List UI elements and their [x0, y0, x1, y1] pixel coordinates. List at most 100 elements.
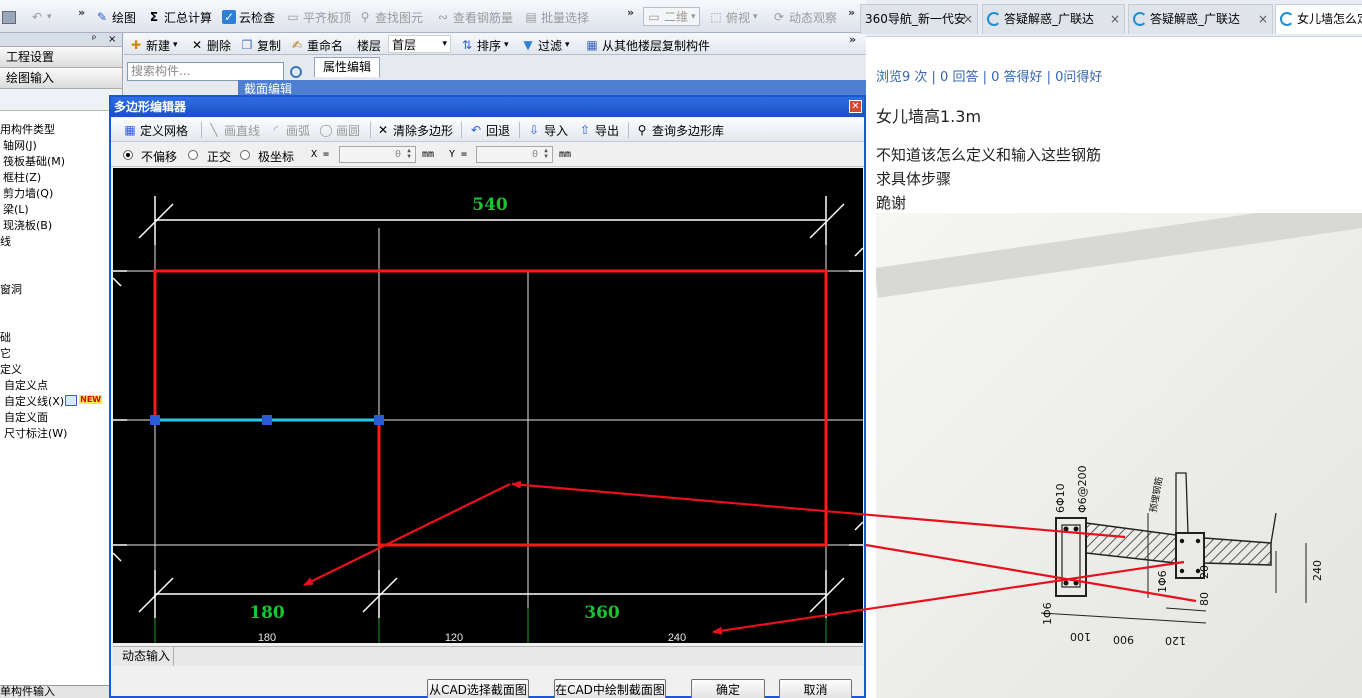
toolbar-overflow-icon-2[interactable]: » — [627, 6, 634, 19]
tree-item-cast-slab[interactable]: 现浇板(B) — [3, 219, 52, 233]
y-coordinate-input[interactable]: 0 ▲ ▼ — [476, 146, 553, 163]
drawing-input-button[interactable]: 绘图输入 — [0, 68, 122, 89]
copy-label: 复制 — [257, 38, 282, 53]
tree-item-raft-foundation[interactable]: 筏板基础(M) — [3, 155, 65, 169]
dimension-tick — [809, 203, 845, 239]
toolbar-overflow-icon-4[interactable]: » — [849, 33, 856, 46]
no-offset-radio[interactable] — [123, 150, 133, 160]
search-icon[interactable] — [290, 66, 302, 78]
pin-icon[interactable]: ᵖ — [92, 33, 96, 46]
view-mode-icon: ▭ — [648, 9, 660, 24]
project-settings-button[interactable]: 工程设置 — [0, 47, 122, 68]
question-text-line: 不知道该怎么定义和输入这些钢筋 — [876, 146, 1102, 164]
flush-slab-label: 平齐板顶 — [303, 10, 352, 25]
clear-polygon-button[interactable]: ✕ 清除多边形 — [376, 121, 453, 139]
tree-item-custom-point[interactable]: 自定义点 — [4, 379, 48, 393]
tree-item-foundation[interactable]: 础 — [0, 331, 11, 345]
copy-floor-icon: ▦ — [586, 38, 598, 52]
flush-slab-button[interactable]: ▭ 平齐板顶 — [286, 8, 351, 26]
close-icon[interactable]: × — [108, 33, 116, 46]
import-button[interactable]: ⇩ 导入 — [527, 121, 568, 139]
tree-item-window-opening[interactable]: 窗洞 — [0, 283, 22, 297]
y-unit: mm — [559, 149, 572, 160]
summary-button[interactable]: Σ 汇总计算 — [147, 8, 212, 26]
browser-tab-active[interactable]: 女儿墙怎么定 — [1275, 4, 1362, 34]
close-icon[interactable]: × — [1110, 5, 1120, 33]
toolbar-separator — [519, 122, 520, 138]
import-icon: ⇩ — [528, 123, 540, 137]
polygon-outline[interactable] — [153, 269, 828, 547]
view-mode-select[interactable]: ▭ 二维 ▾ — [643, 7, 700, 26]
rename-button[interactable]: ✍ 重命名 — [290, 36, 343, 54]
draw-circle-button[interactable]: ◯ 画圆 — [319, 121, 360, 139]
cloud-check-button[interactable]: ✓ 云检查 — [222, 8, 275, 26]
view-angle-button[interactable]: ⬚ 俯视 ▾ — [709, 8, 757, 26]
tab-dynamic-input[interactable]: 动态输入 — [119, 647, 175, 666]
draw-arc-button[interactable]: ◜ 画弧 — [269, 121, 310, 139]
undo-button[interactable]: ↶ 回退 — [469, 121, 510, 139]
polygon-node[interactable] — [374, 415, 384, 425]
toolbar-overflow-icon[interactable]: » — [78, 6, 85, 19]
save-icon[interactable] — [2, 8, 16, 26]
tree-item-frame-column[interactable]: 框柱(Z) — [3, 171, 41, 185]
attached-drawing-photo[interactable]: 6Φ10 Φ6@200 1Φ6 80 20 1Φ6 100 900 120 24… — [876, 213, 1362, 698]
close-icon[interactable]: × — [1258, 5, 1268, 33]
single-component-input-tab[interactable]: 单构件输入 — [0, 685, 122, 698]
ok-button[interactable]: 确定 — [691, 679, 765, 698]
spinner-icon[interactable]: ▲ ▼ — [404, 148, 414, 161]
browser-tab-qa-1[interactable]: 答疑解惑_广联达 × — [982, 4, 1125, 34]
define-grid-button[interactable]: ▦ 定义网格 — [123, 121, 188, 139]
new-button[interactable]: ✚ 新建 ▾ — [129, 36, 178, 54]
export-button[interactable]: ⇧ 导出 — [578, 121, 619, 139]
polygon-node[interactable] — [150, 415, 160, 425]
tree-item-custom[interactable]: 定义 — [0, 363, 22, 377]
dynamic-view-button[interactable]: ⟳ 动态观察 — [772, 8, 837, 26]
spinner-icon[interactable]: ▲ ▼ — [541, 148, 551, 161]
draw-button[interactable]: ✎ 绘图 — [95, 8, 136, 26]
find-element-label: 查找图元 — [375, 10, 424, 25]
tree-item-line[interactable]: 线 — [0, 235, 11, 249]
draw-in-cad-button[interactable]: 在CAD中绘制截面图 — [554, 679, 666, 698]
delete-button[interactable]: ✕ 删除 — [190, 36, 231, 54]
toolbar-separator — [201, 122, 202, 138]
x-unit: mm — [422, 149, 435, 160]
sort-button[interactable]: ⇅ 排序 ▾ — [460, 36, 509, 54]
batch-select-button[interactable]: ▤ 批量选择 — [524, 8, 589, 26]
tree-item-custom-line[interactable]: 自定义线(X) NEW — [4, 395, 103, 409]
drawing-canvas[interactable]: 540 180 360 180 120 240 — [113, 168, 863, 643]
tree-item-beam[interactable]: 梁(L) — [3, 203, 29, 217]
new-label: 新建 — [146, 38, 171, 53]
browser-tab-360-nav[interactable]: 360导航_新一代安 × — [860, 4, 978, 34]
query-library-button[interactable]: ⚲ 查询多边形库 — [635, 121, 724, 139]
toolbar-overflow-icon-3[interactable]: » — [848, 6, 855, 19]
undo-icon[interactable]: ↶ ▾ — [30, 8, 52, 26]
polygon-node[interactable] — [262, 415, 272, 425]
draw-line-button[interactable]: ╲ 画直线 — [207, 121, 260, 139]
copy-from-floor-button[interactable]: ▦ 从其他楼层复制构件 — [585, 36, 710, 54]
tree-item-shear-wall[interactable]: 剪力墙(Q) — [3, 187, 53, 201]
cancel-button[interactable]: 取消 — [779, 679, 852, 698]
find-element-button[interactable]: ⚲ 查找图元 — [358, 8, 423, 26]
tree-item-dimension[interactable]: 尺寸标注(W) — [4, 427, 67, 441]
view-rebar-label: 查看钢筋量 — [453, 10, 514, 25]
filter-button[interactable]: ▼ 过滤 ▾ — [521, 36, 569, 54]
x-coordinate-input[interactable]: 0 ▲ ▼ — [339, 146, 416, 163]
ortho-radio[interactable] — [188, 150, 198, 160]
copy-button[interactable]: ❐ 复制 — [240, 36, 281, 54]
close-icon[interactable]: ✕ — [849, 100, 862, 113]
search-input[interactable]: 搜索构件... — [127, 62, 284, 81]
browser-tab-qa-2[interactable]: 答疑解惑_广联达 × — [1128, 4, 1273, 34]
tree-item-custom-face[interactable]: 自定义面 — [4, 411, 48, 425]
view-rebar-button[interactable]: ∾ 查看钢筋量 — [436, 8, 513, 26]
tree-item-common-types[interactable]: 用构件类型 — [0, 123, 55, 137]
tree-item-other[interactable]: 它 — [0, 347, 11, 361]
select-from-cad-button[interactable]: 从CAD选择截面图 — [427, 679, 529, 698]
polygon-drawing: 540 180 360 180 120 240 — [113, 195, 863, 643]
tab-property-edit[interactable]: 属性编辑 — [314, 57, 380, 77]
close-icon[interactable]: × — [963, 5, 973, 33]
floor-select[interactable]: 首层 ▾ — [388, 35, 451, 53]
edge-tick — [854, 521, 863, 531]
polar-radio[interactable] — [240, 150, 250, 160]
slab-section-2 — [1203, 537, 1272, 566]
tree-item-axis-grid[interactable]: 轴网(J) — [3, 139, 37, 153]
